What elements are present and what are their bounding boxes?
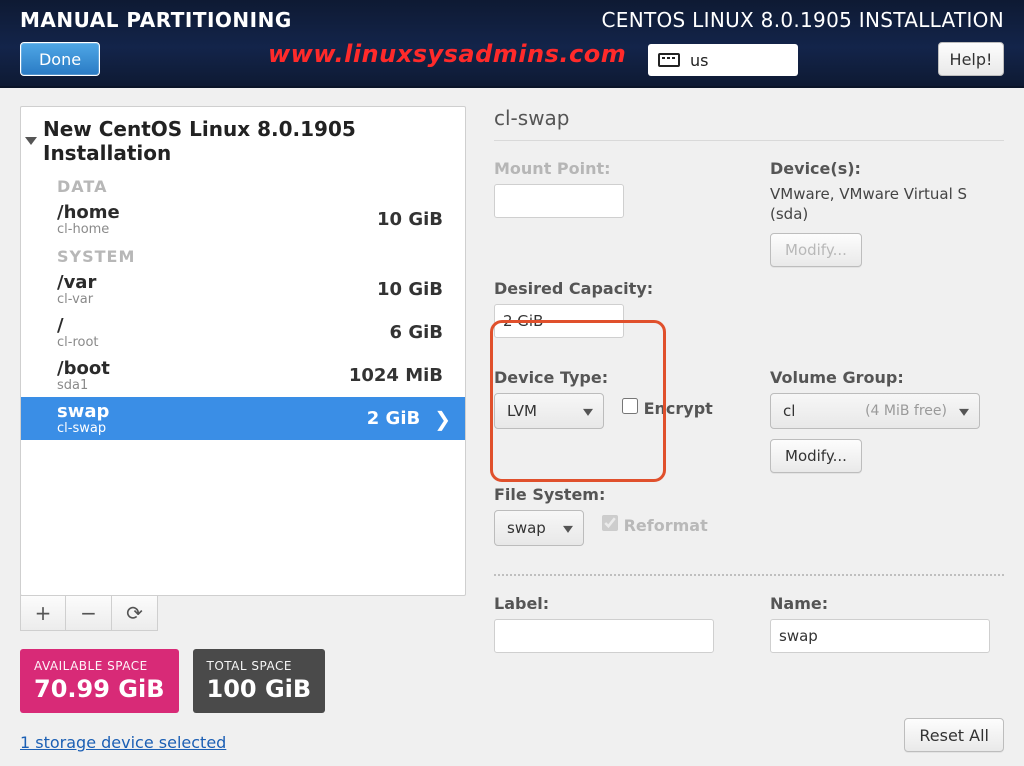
partition-toolbar: + − ⟳ bbox=[20, 595, 466, 631]
desired-capacity-label: Desired Capacity: bbox=[494, 279, 744, 298]
header-bar: MANUAL PARTITIONING CENTOS LINUX 8.0.190… bbox=[0, 0, 1024, 88]
label-label: Label: bbox=[494, 594, 744, 613]
total-space-value: 100 GiB bbox=[207, 675, 312, 703]
partition-mount: /boot bbox=[57, 358, 110, 379]
device-type-field: Device Type: LVM Encrypt bbox=[494, 368, 744, 429]
partition-size: 10 GiB bbox=[377, 209, 451, 230]
left-panel: New CentOS Linux 8.0.1905 Installation D… bbox=[0, 88, 476, 766]
partition-size: 1024 MiB bbox=[349, 365, 451, 386]
devices-modify-button[interactable]: Modify... bbox=[770, 233, 862, 267]
reload-button[interactable]: ⟳ bbox=[112, 595, 158, 631]
volume-group-modify-button[interactable]: Modify... bbox=[770, 439, 862, 473]
volume-group-free: (4 MiB free) bbox=[865, 403, 947, 419]
partition-row-var[interactable]: /var cl-var 10 GiB bbox=[21, 268, 465, 311]
keyboard-layout-selector[interactable]: us bbox=[648, 44, 798, 76]
details-title: cl-swap bbox=[494, 106, 1004, 130]
device-type-label: Device Type: bbox=[494, 368, 744, 387]
partition-row-swap[interactable]: swap cl-swap 2 GiB ❯ bbox=[21, 397, 465, 440]
storage-devices-link[interactable]: 1 storage device selected bbox=[20, 733, 466, 752]
divider bbox=[494, 140, 1004, 141]
volume-group-field: Volume Group: cl (4 MiB free) Modify... bbox=[770, 368, 1004, 473]
filesystem-value: swap bbox=[507, 519, 546, 537]
encrypt-checkbox-input[interactable] bbox=[622, 398, 638, 414]
watermark-text: www.linuxsysadmins.com bbox=[268, 40, 626, 68]
partition-mount: / bbox=[57, 315, 99, 336]
filesystem-label: File System: bbox=[494, 485, 744, 504]
encrypt-label: Encrypt bbox=[644, 399, 713, 418]
keyboard-layout-value: us bbox=[690, 51, 708, 70]
total-space-badge: TOTAL SPACE 100 GiB bbox=[193, 649, 326, 713]
tree-heading[interactable]: New CentOS Linux 8.0.1905 Installation bbox=[21, 113, 465, 171]
partition-row-boot[interactable]: /boot sda1 1024 MiB bbox=[21, 354, 465, 397]
partition-row-home[interactable]: /home cl-home 10 GiB bbox=[21, 198, 465, 241]
devices-text: VMware, VMware Virtual S (sda) bbox=[770, 184, 1004, 225]
category-system: SYSTEM bbox=[21, 241, 465, 268]
mount-point-field: Mount Point: bbox=[494, 159, 744, 218]
available-space-value: 70.99 GiB bbox=[34, 675, 165, 703]
label-input[interactable] bbox=[494, 619, 714, 653]
dotted-divider bbox=[494, 574, 1004, 576]
reformat-checkbox-input bbox=[602, 515, 618, 531]
encrypt-checkbox[interactable]: Encrypt bbox=[622, 398, 713, 418]
filesystem-field: File System: swap Reformat bbox=[494, 485, 744, 546]
total-space-label: TOTAL SPACE bbox=[207, 659, 312, 673]
reset-all-button[interactable]: Reset All bbox=[904, 718, 1004, 752]
reformat-label: Reformat bbox=[624, 516, 708, 535]
volume-group-select[interactable]: cl (4 MiB free) bbox=[770, 393, 980, 429]
mount-point-label: Mount Point: bbox=[494, 159, 744, 178]
name-label: Name: bbox=[770, 594, 1004, 613]
chevron-right-icon: ❯ bbox=[428, 407, 451, 431]
available-space-label: AVAILABLE SPACE bbox=[34, 659, 165, 673]
partition-device: cl-var bbox=[57, 292, 96, 307]
volume-group-value: cl bbox=[783, 402, 795, 420]
tree-heading-text: New CentOS Linux 8.0.1905 Installation bbox=[43, 117, 457, 165]
partition-row-root[interactable]: / cl-root 6 GiB bbox=[21, 311, 465, 354]
partition-size: 2 GiB bbox=[367, 408, 428, 429]
partition-device: cl-root bbox=[57, 335, 99, 350]
right-panel: cl-swap Mount Point: Device(s): VMware, … bbox=[476, 88, 1024, 766]
mount-point-input[interactable] bbox=[494, 184, 624, 218]
page-title-left: MANUAL PARTITIONING bbox=[20, 8, 292, 32]
partition-device: sda1 bbox=[57, 378, 110, 393]
desired-capacity-input[interactable] bbox=[494, 304, 624, 338]
page-title-right: CENTOS LINUX 8.0.1905 INSTALLATION bbox=[602, 8, 1005, 32]
name-input[interactable] bbox=[770, 619, 990, 653]
filesystem-select[interactable]: swap bbox=[494, 510, 584, 546]
keyboard-icon bbox=[658, 53, 680, 67]
done-button[interactable]: Done bbox=[20, 42, 100, 76]
name-field: Name: bbox=[770, 594, 1004, 653]
partition-mount: swap bbox=[57, 401, 109, 422]
collapse-icon bbox=[25, 137, 37, 145]
partition-size: 10 GiB bbox=[377, 279, 451, 300]
devices-label: Device(s): bbox=[770, 159, 1004, 178]
partition-device: cl-swap bbox=[57, 421, 109, 436]
volume-group-label: Volume Group: bbox=[770, 368, 1004, 387]
available-space-badge: AVAILABLE SPACE 70.99 GiB bbox=[20, 649, 179, 713]
partition-size: 6 GiB bbox=[390, 322, 451, 343]
partition-tree: New CentOS Linux 8.0.1905 Installation D… bbox=[20, 106, 466, 596]
label-field: Label: bbox=[494, 594, 744, 653]
device-type-value: LVM bbox=[507, 402, 537, 420]
category-data: DATA bbox=[21, 171, 465, 198]
add-partition-button[interactable]: + bbox=[20, 595, 66, 631]
reformat-checkbox: Reformat bbox=[602, 515, 708, 535]
remove-partition-button[interactable]: − bbox=[66, 595, 112, 631]
partition-mount: /home bbox=[57, 202, 120, 223]
devices-field: Device(s): VMware, VMware Virtual S (sda… bbox=[770, 159, 1004, 267]
help-button[interactable]: Help! bbox=[938, 42, 1004, 76]
device-type-select[interactable]: LVM bbox=[494, 393, 604, 429]
partition-device: cl-home bbox=[57, 222, 120, 237]
partition-mount: /var bbox=[57, 272, 96, 293]
desired-capacity-field: Desired Capacity: bbox=[494, 279, 744, 338]
